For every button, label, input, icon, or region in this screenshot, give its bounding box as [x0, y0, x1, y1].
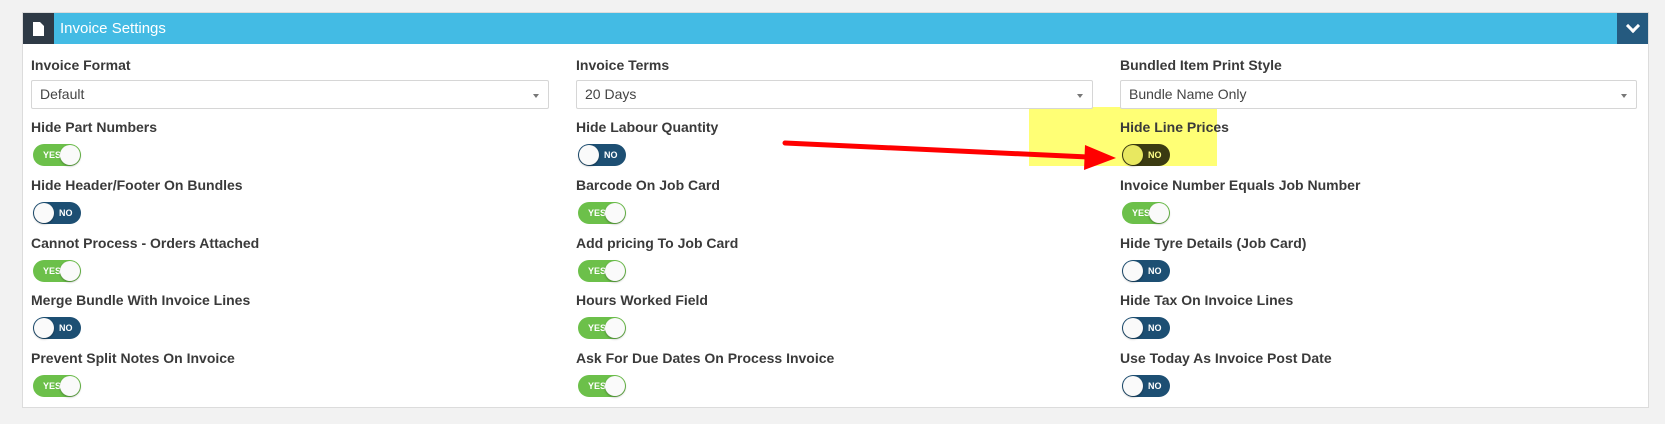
field-label: Hide Part Numbers — [31, 119, 158, 135]
barcode-on-job-card-toggle[interactable]: YES — [578, 202, 626, 224]
hide-tax-invoice-lines-field: Hide Tax On Invoice Lines NO — [1120, 292, 1294, 339]
toggle-knob — [34, 318, 54, 338]
field-label: Prevent Split Notes On Invoice — [31, 350, 235, 366]
toggle-state: YES — [588, 208, 607, 218]
hide-line-prices-field: Hide Line Prices NO — [1120, 119, 1229, 166]
toggle-state: YES — [588, 323, 607, 333]
toggle-state: NO — [1148, 150, 1162, 160]
hide-tax-invoice-lines-toggle[interactable]: NO — [1122, 317, 1170, 339]
select-value: 20 Days — [585, 86, 637, 102]
field-label: Invoice Terms — [576, 57, 670, 73]
hide-labour-quantity-field: Hide Labour Quantity NO — [576, 119, 719, 166]
hide-header-footer-field: Hide Header/Footer On Bundles NO — [31, 177, 243, 224]
ask-due-dates-toggle[interactable]: YES — [578, 375, 626, 397]
add-pricing-job-card-field: Add pricing To Job Card YES — [576, 235, 739, 282]
toggle-state: NO — [59, 323, 73, 333]
hours-worked-toggle[interactable]: YES — [578, 317, 626, 339]
field-label: Hide Tyre Details (Job Card) — [1120, 235, 1307, 251]
toggle-knob — [605, 376, 625, 396]
invoice-number-equals-job-field: Invoice Number Equals Job Number YES — [1120, 177, 1361, 224]
prevent-split-notes-field: Prevent Split Notes On Invoice YES — [31, 350, 235, 397]
toggle-state: YES — [588, 266, 607, 276]
toggle-knob — [60, 261, 80, 281]
field-label: Hide Line Prices — [1120, 119, 1229, 135]
toggle-knob — [1123, 145, 1143, 165]
invoice-number-equals-job-toggle[interactable]: YES — [1122, 202, 1170, 224]
select-value: Bundle Name Only — [1129, 86, 1247, 102]
field-label: Merge Bundle With Invoice Lines — [31, 292, 251, 308]
toggle-knob — [605, 318, 625, 338]
toggle-state: YES — [43, 266, 62, 276]
field-label: Use Today As Invoice Post Date — [1120, 350, 1332, 366]
use-today-post-date-toggle[interactable]: NO — [1122, 375, 1170, 397]
chevron-down-icon — [1625, 18, 1640, 34]
hide-header-footer-toggle[interactable]: NO — [33, 202, 81, 224]
toggle-knob — [1123, 261, 1143, 281]
merge-bundle-toggle[interactable]: NO — [33, 317, 81, 339]
hide-labour-quantity-toggle[interactable]: NO — [578, 144, 626, 166]
caret-down-icon — [533, 94, 539, 98]
field-label: Hide Header/Footer On Bundles — [31, 177, 243, 193]
hide-tyre-details-toggle[interactable]: NO — [1122, 260, 1170, 282]
field-label: Add pricing To Job Card — [576, 235, 739, 251]
toggle-state: NO — [1148, 323, 1162, 333]
field-label: Hide Labour Quantity — [576, 119, 719, 135]
toggle-state: NO — [1148, 381, 1162, 391]
caret-down-icon — [1621, 94, 1627, 98]
cannot-process-orders-field: Cannot Process - Orders Attached YES — [31, 235, 260, 282]
field-label: Hours Worked Field — [576, 292, 708, 308]
field-label: Hide Tax On Invoice Lines — [1120, 292, 1294, 308]
toggle-knob — [60, 145, 80, 165]
toggle-knob — [60, 376, 80, 396]
field-label: Cannot Process - Orders Attached — [31, 235, 260, 251]
toggle-knob — [34, 203, 54, 223]
ask-due-dates-field: Ask For Due Dates On Process Invoice YES — [576, 350, 835, 397]
field-label: Invoice Format — [31, 57, 131, 73]
invoice-format-select[interactable]: Default — [31, 80, 549, 109]
toggle-knob — [605, 203, 625, 223]
barcode-on-job-card-field: Barcode On Job Card YES — [576, 177, 720, 224]
toggle-knob — [1123, 376, 1143, 396]
add-pricing-job-card-toggle[interactable]: YES — [578, 260, 626, 282]
toggle-state: NO — [1148, 266, 1162, 276]
toggle-knob — [579, 145, 599, 165]
hide-line-prices-toggle[interactable]: NO — [1122, 144, 1170, 166]
select-value: Default — [40, 86, 85, 102]
invoice-format-field: Invoice Format Default — [31, 57, 549, 109]
field-label: Barcode On Job Card — [576, 177, 720, 193]
toggle-knob — [1123, 318, 1143, 338]
toggle-state: YES — [43, 150, 62, 160]
panel-header: Invoice Settings — [23, 13, 1648, 44]
field-label: Ask For Due Dates On Process Invoice — [576, 350, 835, 366]
hide-tyre-details-field: Hide Tyre Details (Job Card) NO — [1120, 235, 1307, 282]
use-today-post-date-field: Use Today As Invoice Post Date NO — [1120, 350, 1332, 397]
collapse-button[interactable] — [1617, 13, 1648, 44]
field-label: Bundled Item Print Style — [1120, 57, 1282, 73]
toggle-state: YES — [588, 381, 607, 391]
field-label: Invoice Number Equals Job Number — [1120, 177, 1361, 193]
bundled-item-print-style-select[interactable]: Bundle Name Only — [1120, 80, 1637, 109]
invoice-terms-select[interactable]: 20 Days — [576, 80, 1093, 109]
caret-down-icon — [1077, 94, 1083, 98]
toggle-state: NO — [604, 150, 618, 160]
merge-bundle-field: Merge Bundle With Invoice Lines NO — [31, 292, 251, 339]
panel-title: Invoice Settings — [60, 20, 166, 37]
toggle-state: NO — [59, 208, 73, 218]
toggle-state: YES — [43, 381, 62, 391]
hide-part-numbers-toggle[interactable]: YES — [33, 144, 81, 166]
invoice-settings-panel: Invoice Settings — [22, 12, 1649, 408]
file-icon — [23, 13, 54, 44]
toggle-state: YES — [1132, 208, 1151, 218]
prevent-split-notes-toggle[interactable]: YES — [33, 375, 81, 397]
toggle-knob — [1149, 203, 1169, 223]
bundled-item-print-style-field: Bundled Item Print Style Bundle Name Onl… — [1120, 57, 1637, 109]
toggle-knob — [605, 261, 625, 281]
hide-part-numbers-field: Hide Part Numbers YES — [31, 119, 158, 166]
invoice-terms-field: Invoice Terms 20 Days — [576, 57, 1093, 109]
cannot-process-orders-toggle[interactable]: YES — [33, 260, 81, 282]
hours-worked-field: Hours Worked Field YES — [576, 292, 708, 339]
